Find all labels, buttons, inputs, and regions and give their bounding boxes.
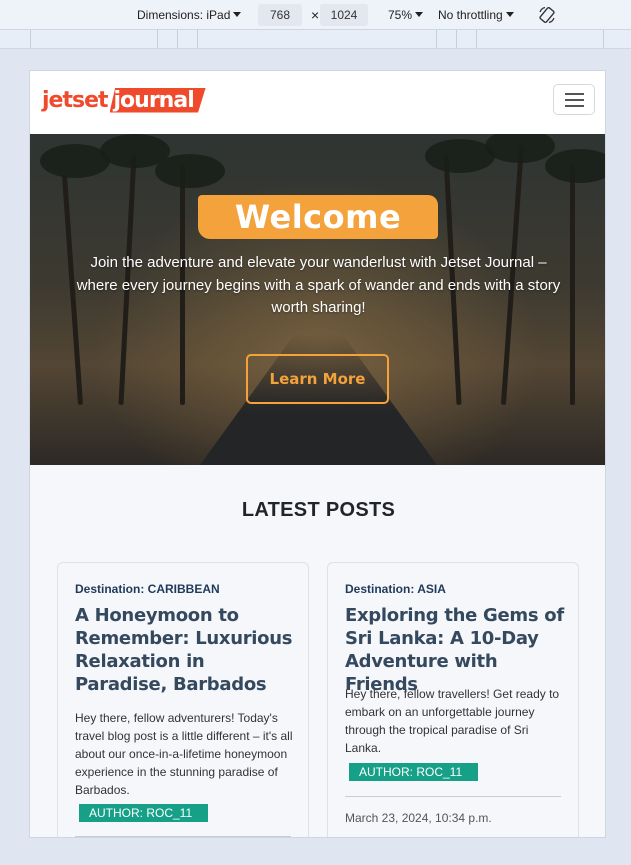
media-query-ruler [0, 30, 631, 49]
divider [345, 796, 561, 797]
chevron-down-icon [505, 12, 514, 17]
throttling-label: No throttling [438, 8, 503, 22]
post-card[interactable]: Destination: CARIBBEAN A Honeymoon to Re… [57, 562, 309, 837]
latest-posts-heading: LATEST POSTS [241, 499, 396, 521]
learn-more-button[interactable]: Learn More [246, 354, 389, 404]
times-icon: × [311, 7, 320, 23]
post-excerpt: Hey there, fellow travellers! Get ready … [345, 687, 560, 755]
hamburger-menu-button[interactable] [553, 84, 595, 115]
chevron-down-icon [233, 12, 242, 17]
zoom-label: 75% [388, 8, 413, 22]
height-input[interactable]: 1024 [320, 4, 368, 26]
device-viewport: jetset journal Welcome Join the adventur… [29, 70, 606, 838]
post-card[interactable]: Destination: ASIA Exploring the Gems of … [327, 562, 579, 837]
rotate-icon[interactable] [538, 6, 556, 27]
site-logo[interactable]: jetset journal [42, 85, 206, 115]
device-select-label: Dimensions: iPad [137, 8, 231, 22]
post-destination: Destination: CARIBBEAN [75, 582, 220, 596]
devtools-toolbar: Dimensions: iPad 768 × 1024 75% No throt… [0, 0, 631, 30]
hero-section: Welcome Join the adventure and elevate y… [30, 134, 605, 465]
hero-heading: Welcome [198, 195, 438, 239]
logo-part-journal: journal [109, 87, 206, 113]
post-title[interactable]: Exploring the Gems of Sri Lanka: A 10-Da… [345, 604, 570, 696]
author-badge: AUTHOR: ROC_11 [349, 763, 478, 781]
chevron-down-icon [415, 12, 424, 17]
width-input[interactable]: 768 [258, 4, 302, 26]
post-excerpt: Hey there, fellow adventurers! Today's t… [75, 711, 293, 797]
zoom-select[interactable]: 75% [388, 8, 424, 22]
post-destination: Destination: ASIA [345, 582, 446, 596]
navbar: jetset journal [30, 71, 605, 134]
post-title[interactable]: A Honeymoon to Remember: Luxurious Relax… [75, 604, 300, 696]
post-date: March 23, 2024, 10:34 p.m. [345, 811, 492, 825]
logo-part-jetset: jetset [42, 87, 109, 113]
hero-description: Join the adventure and elevate your wand… [76, 254, 561, 316]
throttling-select[interactable]: No throttling [438, 8, 514, 22]
divider [75, 836, 291, 837]
author-badge: AUTHOR: ROC_11 [79, 804, 208, 822]
device-select[interactable]: Dimensions: iPad [137, 8, 242, 22]
